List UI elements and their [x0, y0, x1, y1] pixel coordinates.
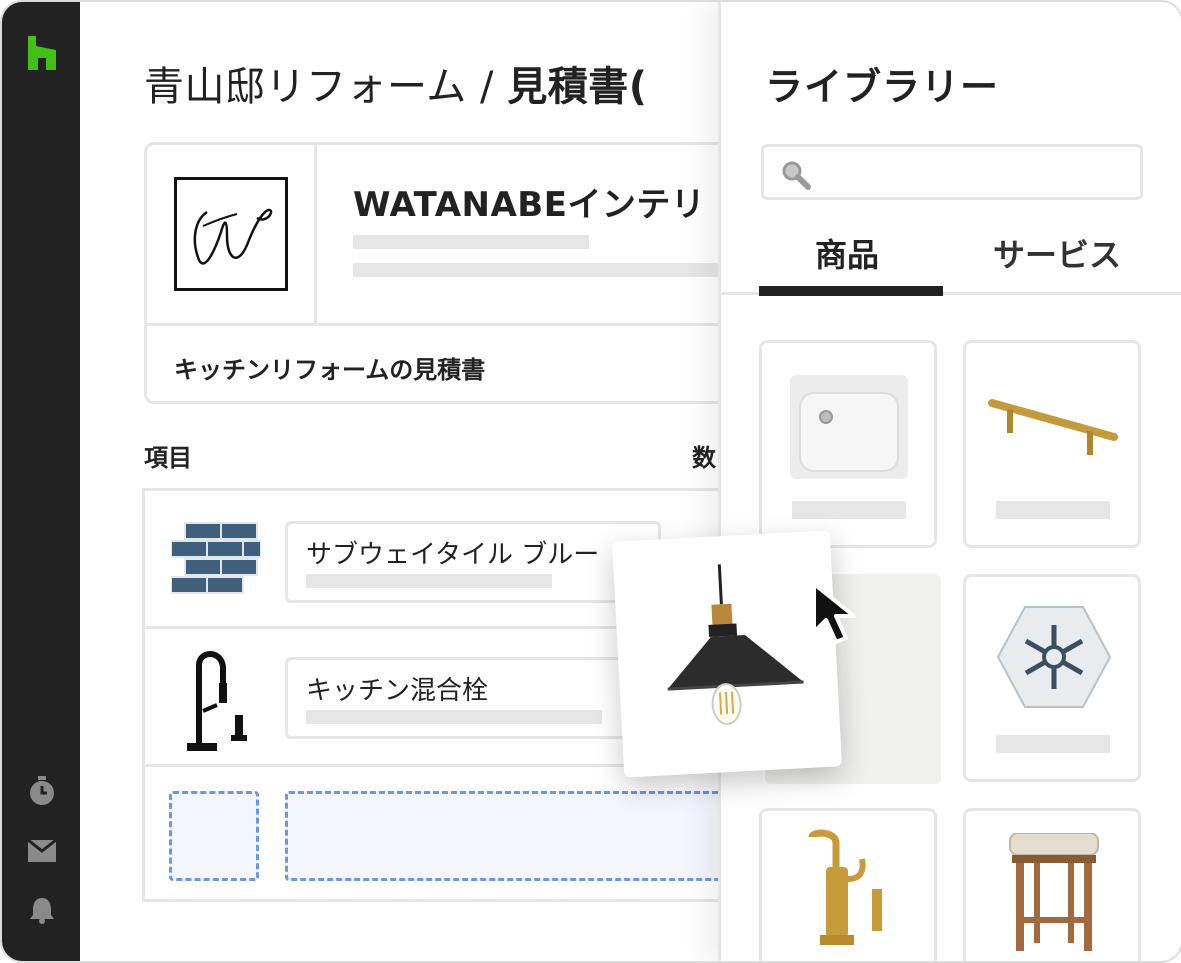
- cabinet-handle-icon: [988, 399, 1118, 455]
- item-description-placeholder: [306, 710, 602, 724]
- item-name-field[interactable]: サブウェイタイル ブルー: [285, 521, 661, 603]
- library-title: ライブラリー: [765, 65, 1000, 109]
- item-name: キッチン混合栓: [306, 676, 489, 706]
- gold-faucet-icon: [808, 829, 882, 945]
- library-item-bar-stool[interactable]: [963, 808, 1141, 961]
- active-tab-indicator: [759, 286, 943, 296]
- bar-stool-icon: [1009, 833, 1099, 951]
- sidebar: [2, 2, 80, 961]
- item-description-placeholder: [306, 574, 552, 588]
- stopwatch-icon[interactable]: [28, 776, 56, 806]
- company-name: WATANABEインテリ: [353, 185, 706, 225]
- hex-tile-icon: [996, 606, 1112, 708]
- company-logo: [174, 177, 288, 291]
- column-header-quantity: 数: [692, 444, 716, 472]
- estimate-subtitle: キッチンリフォームの見積書: [174, 356, 486, 384]
- library-item-gold-faucet[interactable]: [759, 808, 937, 961]
- library-item-hex-tile[interactable]: [963, 574, 1141, 782]
- home-logo-icon[interactable]: [28, 36, 56, 70]
- library-item-handle[interactable]: [963, 340, 1141, 548]
- tab-products[interactable]: 商品: [815, 230, 879, 276]
- item-name: サブウェイタイル ブルー: [306, 540, 600, 570]
- page-title: 青山邸リフォーム / 見積書(: [144, 54, 648, 112]
- inbox-icon[interactable]: [28, 840, 56, 862]
- sink-icon: [790, 375, 908, 479]
- library-panel: ライブラリー 商品 サービス: [718, 2, 1181, 961]
- bell-icon[interactable]: [28, 896, 56, 924]
- tab-services[interactable]: サービス: [993, 230, 1121, 276]
- item-label-placeholder: [996, 735, 1110, 753]
- dragged-library-item[interactable]: [611, 530, 843, 778]
- pendant-lamp-icon: [667, 564, 804, 726]
- drop-placeholder-image: [169, 791, 259, 881]
- item-label-placeholder: [996, 501, 1110, 519]
- item-name-field[interactable]: キッチン混合栓: [285, 657, 661, 739]
- address-line-placeholder: [353, 235, 589, 249]
- company-logo-box[interactable]: [147, 145, 317, 323]
- item-label-placeholder: [792, 501, 906, 519]
- contact-line-placeholder: [353, 263, 733, 277]
- kitchen-faucet-icon: [187, 651, 247, 751]
- subway-tile-icon: [171, 522, 261, 594]
- column-header-item: 項目: [144, 444, 192, 472]
- library-search-input[interactable]: [761, 144, 1143, 200]
- project-title: 青山邸リフォーム /: [144, 64, 508, 110]
- signature-monogram-icon: [193, 208, 273, 265]
- app-window: 青山邸リフォーム / 見積書( WATANABEインテリ キッチンリフォームの見…: [0, 0, 1181, 963]
- library-item-sink[interactable]: [759, 340, 937, 548]
- document-title: 見積書(: [507, 64, 648, 110]
- mouse-cursor-icon: [812, 582, 856, 644]
- search-icon: [782, 161, 811, 190]
